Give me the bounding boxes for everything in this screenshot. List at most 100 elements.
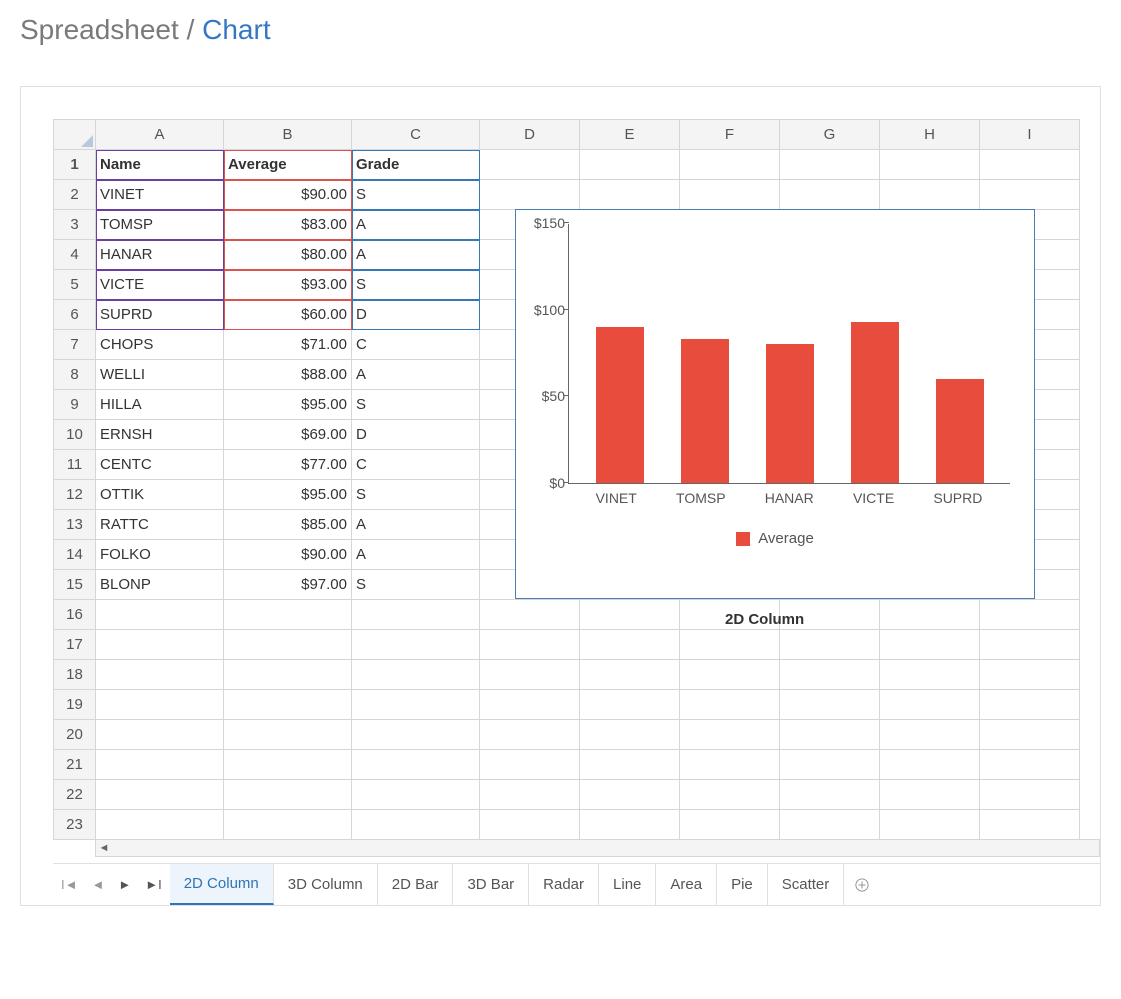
cell-A19[interactable]: [96, 690, 224, 720]
cell-B20[interactable]: [224, 720, 352, 750]
cell-G21[interactable]: [780, 750, 880, 780]
cell-B7[interactable]: $71.00: [224, 330, 352, 360]
cell-B5[interactable]: $93.00: [224, 270, 352, 300]
sheet-tab[interactable]: 3D Column: [274, 864, 378, 905]
cell-A17[interactable]: [96, 630, 224, 660]
cell-E21[interactable]: [580, 750, 680, 780]
cell-E22[interactable]: [580, 780, 680, 810]
chart-bar[interactable]: [851, 322, 899, 483]
cell-C21[interactable]: [352, 750, 480, 780]
sheet-tab[interactable]: 2D Bar: [378, 864, 454, 905]
cell-C13[interactable]: A: [352, 510, 480, 540]
cell-F23[interactable]: [680, 810, 780, 840]
sheet-tab[interactable]: Scatter: [768, 864, 845, 905]
cell-I17[interactable]: [980, 630, 1080, 660]
cell-A21[interactable]: [96, 750, 224, 780]
cell-I19[interactable]: [980, 690, 1080, 720]
cell-I18[interactable]: [980, 660, 1080, 690]
row-header[interactable]: 12: [54, 480, 96, 510]
cell-I20[interactable]: [980, 720, 1080, 750]
cell-F20[interactable]: [680, 720, 780, 750]
cell-C19[interactable]: [352, 690, 480, 720]
cell-F1[interactable]: [680, 150, 780, 180]
cell-B2[interactable]: $90.00: [224, 180, 352, 210]
cell-H18[interactable]: [880, 660, 980, 690]
cell-G19[interactable]: [780, 690, 880, 720]
cell-B14[interactable]: $90.00: [224, 540, 352, 570]
row-header[interactable]: 20: [54, 720, 96, 750]
cell-C3[interactable]: A: [352, 210, 480, 240]
cell-G2[interactable]: [780, 180, 880, 210]
chart-2d-column[interactable]: $0$50$100$150 VINETTOMSPHANARVICTESUPRD …: [515, 209, 1035, 599]
cell-A11[interactable]: CENTC: [96, 450, 224, 480]
row-header[interactable]: 5: [54, 270, 96, 300]
cell-F2[interactable]: [680, 180, 780, 210]
cell-C9[interactable]: S: [352, 390, 480, 420]
column-header-A[interactable]: A: [96, 120, 224, 150]
cell-D16[interactable]: [480, 600, 580, 630]
cell-A10[interactable]: ERNSH: [96, 420, 224, 450]
chart-bar[interactable]: [936, 379, 984, 483]
cell-B9[interactable]: $95.00: [224, 390, 352, 420]
cell-I21[interactable]: [980, 750, 1080, 780]
cell-G20[interactable]: [780, 720, 880, 750]
row-header[interactable]: 14: [54, 540, 96, 570]
nav-last-icon[interactable]: ►I: [145, 877, 161, 892]
cell-C17[interactable]: [352, 630, 480, 660]
cell-A23[interactable]: [96, 810, 224, 840]
cell-A4[interactable]: HANAR: [96, 240, 224, 270]
row-header[interactable]: 8: [54, 360, 96, 390]
cell-E23[interactable]: [580, 810, 680, 840]
cell-C12[interactable]: S: [352, 480, 480, 510]
sheet-tab[interactable]: Line: [599, 864, 656, 905]
cell-C1[interactable]: Grade: [352, 150, 480, 180]
cell-A15[interactable]: BLONP: [96, 570, 224, 600]
cell-F18[interactable]: [680, 660, 780, 690]
cell-I1[interactable]: [980, 150, 1080, 180]
cell-G17[interactable]: [780, 630, 880, 660]
cell-C8[interactable]: A: [352, 360, 480, 390]
cell-G1[interactable]: [780, 150, 880, 180]
sheet-tab[interactable]: Pie: [717, 864, 768, 905]
cell-C10[interactable]: D: [352, 420, 480, 450]
row-header[interactable]: 4: [54, 240, 96, 270]
cell-E16[interactable]: [580, 600, 680, 630]
nav-next-icon[interactable]: ►: [118, 877, 131, 892]
cell-A16[interactable]: [96, 600, 224, 630]
row-header[interactable]: 13: [54, 510, 96, 540]
cell-B19[interactable]: [224, 690, 352, 720]
chart-bar[interactable]: [766, 344, 814, 483]
row-header[interactable]: 6: [54, 300, 96, 330]
cell-A6[interactable]: SUPRD: [96, 300, 224, 330]
cell-B6[interactable]: $60.00: [224, 300, 352, 330]
cell-C15[interactable]: S: [352, 570, 480, 600]
cell-C11[interactable]: C: [352, 450, 480, 480]
cell-H1[interactable]: [880, 150, 980, 180]
cell-B12[interactable]: $95.00: [224, 480, 352, 510]
scroll-left-icon[interactable]: ◄: [96, 842, 112, 854]
cell-I2[interactable]: [980, 180, 1080, 210]
row-header[interactable]: 17: [54, 630, 96, 660]
sheet-tab[interactable]: Radar: [529, 864, 599, 905]
add-sheet-button[interactable]: [844, 864, 880, 905]
column-header-B[interactable]: B: [224, 120, 352, 150]
cell-E1[interactable]: [580, 150, 680, 180]
cell-A9[interactable]: HILLA: [96, 390, 224, 420]
cell-H2[interactable]: [880, 180, 980, 210]
column-header-C[interactable]: C: [352, 120, 480, 150]
cell-C5[interactable]: S: [352, 270, 480, 300]
row-header[interactable]: 22: [54, 780, 96, 810]
row-header[interactable]: 15: [54, 570, 96, 600]
cell-E19[interactable]: [580, 690, 680, 720]
cell-B18[interactable]: [224, 660, 352, 690]
cell-A20[interactable]: [96, 720, 224, 750]
sheet-tab[interactable]: 2D Column: [170, 864, 274, 905]
cell-C18[interactable]: [352, 660, 480, 690]
cell-A3[interactable]: TOMSP: [96, 210, 224, 240]
cell-C7[interactable]: C: [352, 330, 480, 360]
cell-A8[interactable]: WELLI: [96, 360, 224, 390]
column-header-H[interactable]: H: [880, 120, 980, 150]
cell-B10[interactable]: $69.00: [224, 420, 352, 450]
horizontal-scrollbar[interactable]: ◄: [95, 839, 1100, 857]
cell-D18[interactable]: [480, 660, 580, 690]
